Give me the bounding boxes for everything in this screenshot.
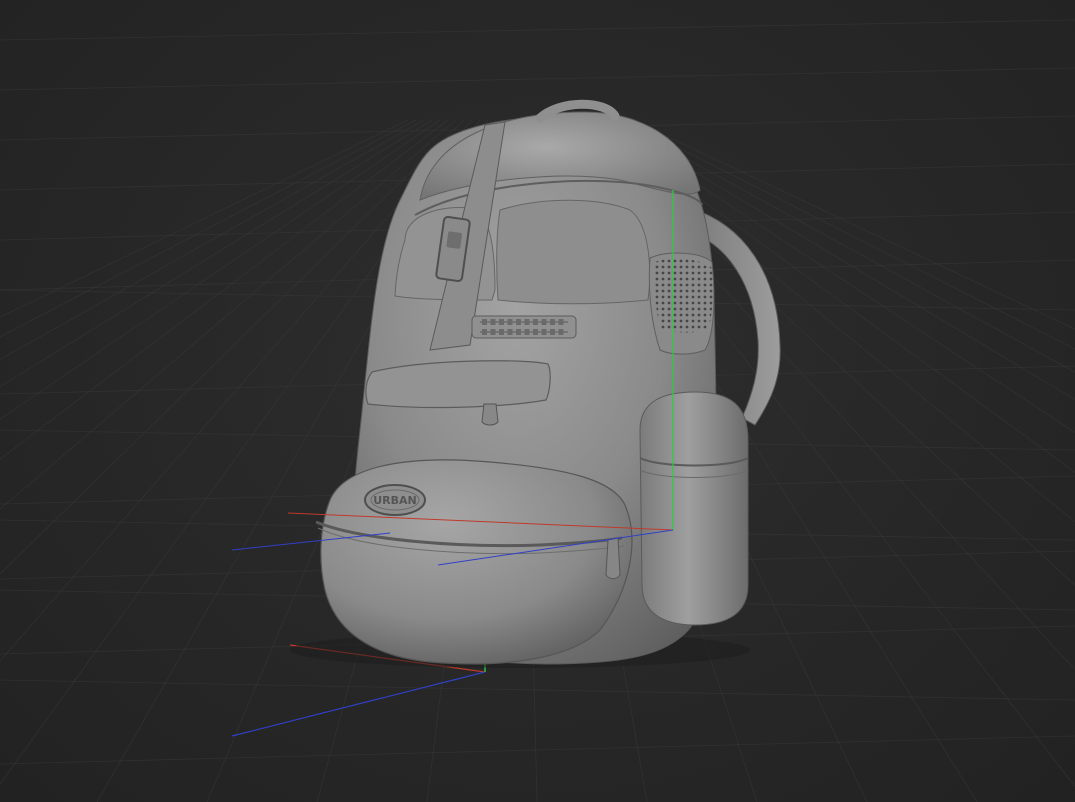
ladder-tick — [533, 329, 538, 335]
mesh-panel — [654, 258, 713, 333]
brand-badge: URBAN — [364, 484, 426, 516]
ladder-tick — [516, 319, 521, 325]
ladder-tick — [507, 329, 513, 335]
3d-viewport[interactable]: URBAN — [0, 0, 1075, 802]
ladder-tick — [482, 329, 487, 335]
grid-line — [0, 67, 1075, 91]
backpack-model[interactable]: URBAN — [290, 99, 781, 668]
ladder-tick — [550, 329, 555, 335]
ladder-tick — [516, 329, 521, 335]
ladder-tick — [482, 319, 487, 325]
z-axis-line — [231, 671, 486, 737]
ladder-tick — [499, 329, 504, 335]
ladder-tick — [524, 329, 530, 335]
zipper-pull-front[interactable] — [481, 403, 499, 426]
ladder-tick — [541, 319, 547, 325]
ladder-tick — [507, 319, 513, 325]
ladder-tick — [558, 319, 564, 325]
brand-badge-text: URBAN — [373, 494, 417, 507]
ladder-tick — [499, 319, 504, 325]
ladder-patch — [471, 315, 577, 339]
front-zip-pocket[interactable] — [365, 360, 551, 409]
front-bulge-pocket[interactable] — [320, 459, 633, 665]
ladder-tick — [490, 319, 496, 325]
ladder-tick — [524, 319, 530, 325]
water-bottle[interactable] — [639, 391, 749, 626]
grid-line — [0, 19, 1075, 41]
ladder-tick — [541, 329, 547, 335]
ladder-tick — [490, 329, 496, 335]
zipper-pull-side[interactable] — [605, 537, 621, 580]
ladder-tick — [550, 319, 555, 325]
viewport-canvas[interactable]: URBAN — [0, 0, 1075, 802]
strap-buckle-inner — [446, 231, 463, 249]
upper-panel-center — [496, 199, 651, 305]
ladder-tick — [533, 319, 538, 325]
ladder-tick — [558, 329, 564, 335]
grid-line — [0, 119, 417, 338]
grid-line — [0, 735, 1075, 765]
